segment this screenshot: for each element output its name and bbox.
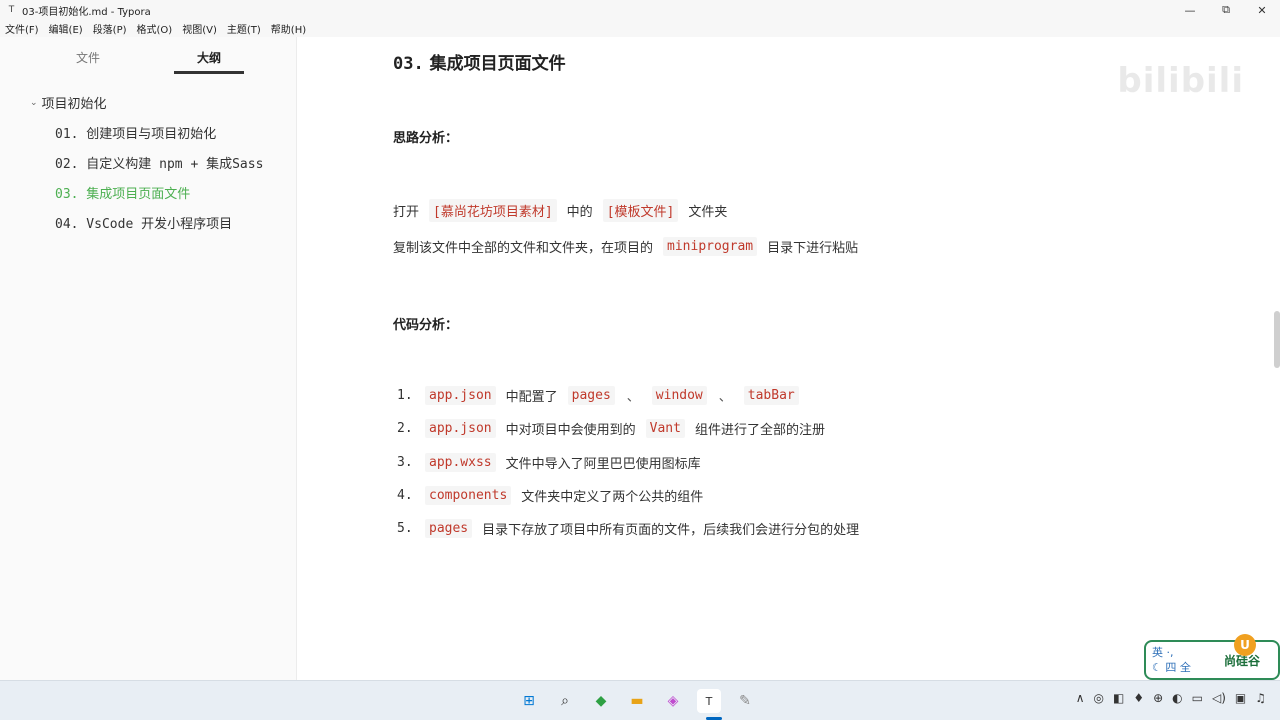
separator: 、 xyxy=(626,390,640,405)
outline-root[interactable]: ⌄ 项目初始化 xyxy=(30,93,107,112)
ime-status[interactable]: 英 ·, ☾ 四 全 xyxy=(1146,645,1206,675)
list-item: 5. pages 目录下存放了项目中所有页面的文件，后续我们会进行分包的处理 xyxy=(393,519,859,538)
search-icon[interactable]: ⌕ xyxy=(553,689,577,713)
inline-code: pages xyxy=(567,386,615,405)
para-text: 中的 xyxy=(566,205,593,220)
ime-line1: 英 ·, xyxy=(1152,646,1174,659)
sidebar: 文件 大纲 ⌄ 项目初始化 01. 创建项目与项目初始化 02. 自定义构建 n… xyxy=(0,37,297,680)
taskbar-apps: ⊞ ⌕ ◆ ▬ ◈ T ✎ xyxy=(517,689,757,713)
list-item: 2. app.json 中对项目中会使用到的 Vant 组件进行了全部的注册 xyxy=(393,419,825,438)
brand-logo-icon: U xyxy=(1234,634,1256,656)
menu-paragraph[interactable]: 段落(P) xyxy=(93,21,127,36)
menu-format[interactable]: 格式(O) xyxy=(137,21,173,36)
list-text: 目录下存放了项目中所有页面的文件，后续我们会进行分包的处理 xyxy=(482,523,860,538)
para-text: 目录下进行粘贴 xyxy=(767,241,859,256)
window-title: 03-项目初始化.md - Typora xyxy=(22,6,151,18)
list-text: 中对项目中会使用到的 xyxy=(505,423,636,438)
outline-item[interactable]: 02. 自定义构建 npm + 集成Sass xyxy=(55,153,263,172)
list-number: 1. xyxy=(397,388,413,403)
tray-app-icon[interactable]: ◎ xyxy=(1093,691,1103,705)
menu-help[interactable]: 帮助(H) xyxy=(271,21,306,36)
heading-number: 03. xyxy=(393,54,424,74)
app-icon[interactable]: ◈ xyxy=(661,689,685,713)
document-area[interactable]: 03. 集成项目页面文件 思路分析： 打开 [慕尚花坊项目素材] 中的 [模板文… xyxy=(298,37,1268,680)
list-number: 3. xyxy=(397,455,413,470)
minimize-button[interactable]: — xyxy=(1172,0,1208,20)
menu-file[interactable]: 文件(F) xyxy=(5,21,39,36)
list-text: 组件进行了全部的注册 xyxy=(694,423,825,438)
menu-theme[interactable]: 主题(T) xyxy=(227,21,261,36)
section-heading: 思路分析： xyxy=(393,131,459,146)
list-number: 2. xyxy=(397,421,413,436)
tab-outline[interactable]: 大纲 xyxy=(197,49,221,66)
outline-item[interactable]: 04. VsCode 开发小程序项目 xyxy=(55,213,232,232)
list-item: 3. app.wxss 文件中导入了阿里巴巴使用图标库 xyxy=(393,453,701,472)
list-item: 1. app.json 中配置了 pages 、 window 、 tabBar xyxy=(393,386,809,405)
battery-icon[interactable]: ▣ xyxy=(1235,691,1246,705)
menu-view[interactable]: 视图(V) xyxy=(182,21,217,36)
inline-code: app.json xyxy=(425,386,496,405)
typora-taskbar-icon[interactable]: T xyxy=(697,689,721,713)
file-explorer-icon[interactable]: ▬ xyxy=(625,689,649,713)
inline-code: app.wxss xyxy=(425,453,496,472)
paragraph-open: 打开 [慕尚花坊项目素材] 中的 [模板文件] 文件夹 xyxy=(393,199,727,222)
heading-text: 集成项目页面文件 xyxy=(429,54,566,74)
para-text: 复制该文件中全部的文件和文件夹，在项目的 xyxy=(393,241,654,256)
inline-code: app.json xyxy=(425,419,496,438)
tray-app-icon[interactable]: ◧ xyxy=(1113,691,1124,705)
outline-root-label: 项目初始化 xyxy=(41,97,107,112)
typora-app-icon: T xyxy=(8,4,15,15)
tray-overflow-icon[interactable]: ∧ xyxy=(1076,691,1085,705)
bilibili-watermark: bilibili xyxy=(1117,61,1244,101)
notification-bell-icon[interactable]: ♫ xyxy=(1255,691,1266,705)
taskbar: ⊞ ⌕ ◆ ▬ ◈ T ✎ ∧ ◎ ◧ ♦ ⊕ ◐ ▭ ◁) ▣ ♫ xyxy=(0,680,1280,720)
active-tab-indicator xyxy=(174,71,244,74)
close-button[interactable]: ✕ xyxy=(1244,0,1280,20)
menu-edit[interactable]: 编辑(E) xyxy=(49,21,83,36)
ime-toolbar[interactable]: 英 ·, ☾ 四 全 尚硅谷 U xyxy=(1144,634,1280,680)
tab-files[interactable]: 文件 xyxy=(76,49,100,66)
title-bar: T 03-项目初始化.md - Typora — ⧉ ✕ xyxy=(0,0,1280,20)
window-controls: — ⧉ ✕ xyxy=(1172,0,1280,20)
sidebar-tabs: 文件 大纲 xyxy=(0,37,296,75)
outline-item-active[interactable]: 03. 集成项目页面文件 xyxy=(55,183,190,202)
inline-code: [慕尚花坊项目素材] xyxy=(429,199,557,222)
microphone-icon[interactable]: ♦ xyxy=(1133,691,1144,705)
tray-app-icon[interactable]: ◐ xyxy=(1172,691,1182,705)
para-text: 文件夹 xyxy=(688,205,728,220)
inline-code: Vant xyxy=(645,419,685,438)
ime-line2: ☾ 四 全 xyxy=(1152,661,1191,674)
inline-code: window xyxy=(651,386,707,405)
separator: 、 xyxy=(718,390,732,405)
page-title: 03. 集成项目页面文件 xyxy=(393,49,566,74)
para-text: 打开 xyxy=(393,205,420,220)
wechat-devtools-icon[interactable]: ◆ xyxy=(589,689,613,713)
paragraph-copy: 复制该文件中全部的文件和文件夹，在项目的 miniprogram 目录下进行粘贴 xyxy=(393,237,858,256)
list-number: 4. xyxy=(397,488,413,503)
chevron-down-icon[interactable]: ⌄ xyxy=(30,98,38,108)
display-icon[interactable]: ▭ xyxy=(1192,691,1203,705)
menu-bar: 文件(F) 编辑(E) 段落(P) 格式(O) 视图(V) 主题(T) 帮助(H… xyxy=(0,20,1280,37)
inline-code: miniprogram xyxy=(663,237,758,256)
inline-code: pages xyxy=(425,519,473,538)
scrollbar-thumb[interactable] xyxy=(1274,311,1280,368)
inline-code: [模板文件] xyxy=(602,199,679,222)
tray-app-icon[interactable]: ⊕ xyxy=(1153,691,1163,705)
volume-icon[interactable]: ◁) xyxy=(1212,691,1226,705)
list-text: 文件中导入了阿里巴巴使用图标库 xyxy=(505,457,701,472)
list-text: 文件夹中定义了两个公共的组件 xyxy=(521,490,704,505)
restore-button[interactable]: ⧉ xyxy=(1208,0,1244,20)
list-number: 5. xyxy=(397,521,413,536)
inline-code: components xyxy=(425,486,512,505)
start-icon[interactable]: ⊞ xyxy=(517,689,541,713)
list-item: 4. components 文件夹中定义了两个公共的组件 xyxy=(393,486,703,505)
list-text: 中配置了 xyxy=(505,390,558,405)
section-heading: 代码分析： xyxy=(393,318,459,333)
system-tray: ∧ ◎ ◧ ♦ ⊕ ◐ ▭ ◁) ▣ ♫ xyxy=(1076,691,1266,705)
paint-icon[interactable]: ✎ xyxy=(733,689,757,713)
inline-code: tabBar xyxy=(743,386,799,405)
outline-item[interactable]: 01. 创建项目与项目初始化 xyxy=(55,123,216,142)
